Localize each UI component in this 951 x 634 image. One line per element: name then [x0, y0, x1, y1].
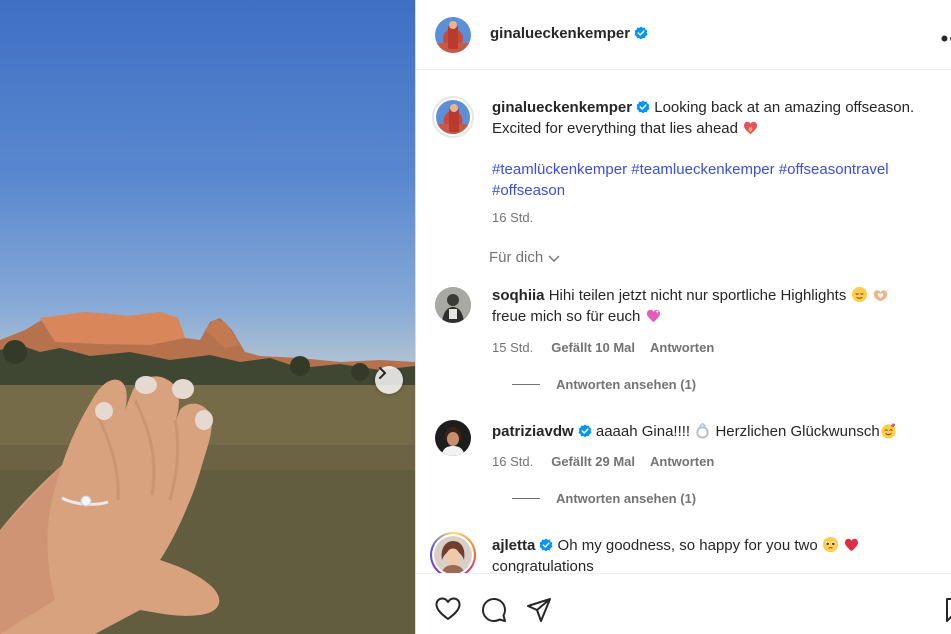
verified-badge-icon — [539, 538, 553, 552]
comment-text-block: patriziavdw aaaah Gina!!!! Herzlichen Gl… — [492, 421, 951, 442]
author-name-row: ginalueckenkemper — [490, 25, 648, 43]
comment-username[interactable]: patriziavdw — [492, 423, 574, 440]
view-replies-label: Antworten ansehen (1) — [556, 491, 697, 506]
red-heart-emoji-icon — [844, 538, 859, 552]
pleading-face-emoji-icon — [822, 536, 838, 553]
reply-button[interactable]: Antworten — [650, 340, 714, 355]
heart-on-fire-emoji-icon — [744, 121, 758, 135]
caption-text-block: ginalueckenkemper Looking back at an ama… — [492, 97, 951, 139]
post-photo[interactable] — [0, 0, 415, 634]
heart-hands-emoji-icon — [873, 290, 887, 302]
comment-meta: 16 Std. Gefällt 29 Mal Antworten — [492, 451, 951, 472]
post-side-panel: ginalueckenkemper •• ginalueckenkemper L… — [415, 0, 951, 634]
sparkling-heart-emoji-icon — [646, 309, 660, 323]
divider-dash — [512, 384, 540, 385]
more-options-icon[interactable]: •• — [941, 26, 951, 52]
comment-username[interactable]: soqhiia — [492, 287, 545, 304]
comment-text: Oh my goodness, so happy for you two — [557, 537, 818, 554]
caption-username[interactable]: ginalueckenkemper — [492, 99, 632, 116]
relieved-face-emoji-icon — [851, 286, 867, 303]
comment-avatar[interactable] — [435, 420, 471, 456]
post-photo-scene — [0, 312, 415, 634]
comment-time: 15 Std. — [492, 340, 534, 355]
comment-likes[interactable]: Gefällt 10 Mal — [551, 340, 635, 355]
chevron-down-icon — [548, 255, 560, 262]
verified-badge-icon — [636, 100, 650, 114]
comment-text-part-2: Herzlichen Glückwunsch — [715, 423, 880, 440]
avatar-image — [435, 420, 471, 456]
smiling-face-with-hearts-emoji-icon — [881, 423, 896, 439]
comment-text: aaaah Gina!!!! — [595, 423, 691, 440]
comment-filter-label: Für dich — [489, 249, 544, 266]
hashtags-line-1[interactable]: #teamlückenkemper #teamlueckenkemper #of… — [492, 159, 951, 180]
comment-text-block: soqhiia Hihi teilen jetzt nicht nur spor… — [492, 285, 951, 327]
avatar-image — [434, 536, 472, 573]
verified-badge-icon — [578, 424, 592, 438]
comment-text-block: ajletta Oh my goodness, so happy for you… — [492, 535, 951, 573]
author-avatar[interactable] — [435, 17, 471, 53]
chevron-right-icon — [379, 367, 386, 379]
heart-icon[interactable] — [435, 597, 461, 621]
caption-hashtags: #teamlückenkemper #teamlueckenkemper #of… — [492, 159, 951, 201]
reply-button[interactable]: Antworten — [650, 454, 714, 469]
comment-text-line-2: freue mich so für euch — [492, 308, 641, 325]
comment-icon[interactable] — [481, 597, 507, 623]
post-action-bar — [416, 573, 951, 634]
caption-avatar[interactable] — [432, 96, 474, 138]
caption-avatar-image — [436, 100, 470, 134]
divider-dash — [512, 498, 540, 499]
view-replies-label: Antworten ansehen (1) — [556, 377, 697, 392]
avatar-image — [435, 287, 471, 323]
view-replies-button[interactable]: Antworten ansehen (1) — [512, 377, 696, 392]
view-replies-button[interactable]: Antworten ansehen (1) — [512, 491, 696, 506]
comment-text-line-2: congratulations — [492, 558, 594, 573]
story-ring-inner — [432, 534, 474, 573]
comment-time: 16 Std. — [492, 454, 534, 469]
comment-username[interactable]: ajletta — [492, 537, 535, 554]
bookmark-icon[interactable] — [945, 597, 951, 623]
ring-emoji-icon — [696, 422, 709, 439]
next-photo-button[interactable] — [375, 366, 403, 394]
comment-likes[interactable]: Gefällt 29 Mal — [551, 454, 635, 469]
hashtags-line-2[interactable]: #offseason — [492, 180, 951, 201]
comment-avatar[interactable] — [435, 287, 471, 323]
post-header: ginalueckenkemper •• — [416, 0, 951, 70]
comment-filter-dropdown[interactable]: Für dich — [489, 249, 561, 266]
caption-timestamp: 16 Std. — [492, 210, 534, 225]
share-icon[interactable] — [526, 597, 552, 623]
comment-text: Hihi teilen jetzt nicht nur sportliche H… — [548, 287, 847, 304]
author-username[interactable]: ginalueckenkemper — [490, 25, 630, 42]
comments-scroll-area[interactable]: ginalueckenkemper Looking back at an ama… — [416, 71, 951, 573]
comment-meta: 15 Std. Gefällt 10 Mal Antworten — [492, 337, 951, 358]
story-ring[interactable] — [430, 532, 476, 573]
verified-badge-icon — [634, 26, 648, 40]
